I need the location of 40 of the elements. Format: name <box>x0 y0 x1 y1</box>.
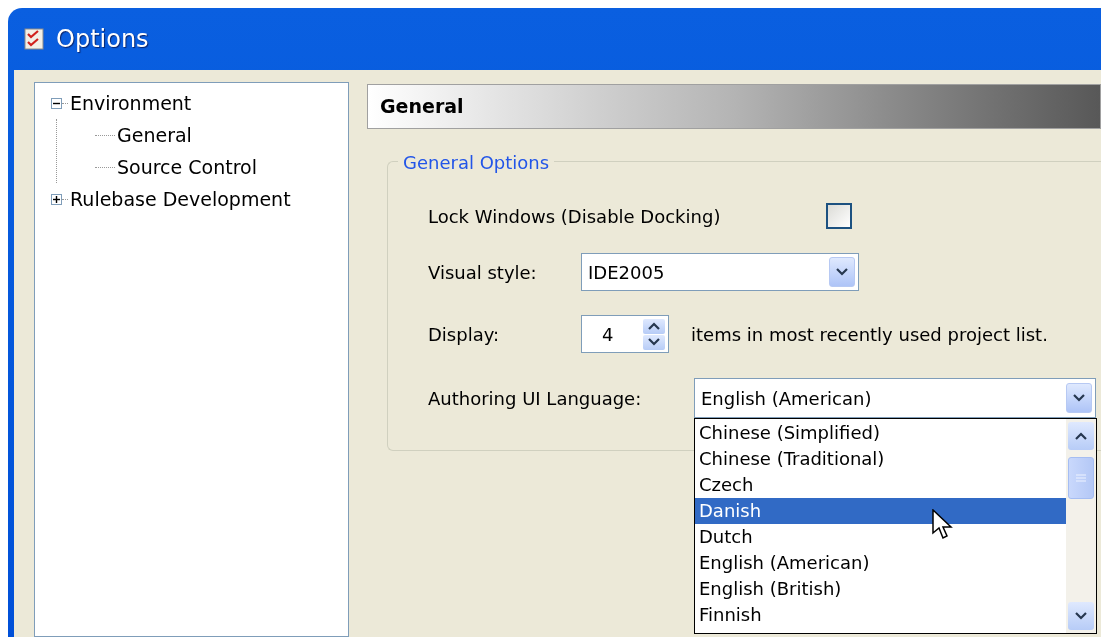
chevron-up-icon <box>648 322 660 330</box>
checklist-icon <box>24 28 44 50</box>
spin-down-button[interactable] <box>643 334 665 350</box>
dropdown-option[interactable]: English (American) <box>695 550 1066 576</box>
spin-up-button[interactable] <box>643 318 665 334</box>
tree-item[interactable]: General <box>115 120 194 150</box>
dropdown-option[interactable]: Finnish <box>695 602 1066 628</box>
dropdown-button[interactable] <box>829 257 855 287</box>
chevron-down-icon <box>836 268 848 276</box>
option-label: Display: <box>428 322 501 347</box>
tree-item[interactable]: Environment <box>68 88 194 118</box>
dropdown-option[interactable]: English (British) <box>695 576 1066 602</box>
window-title: Options <box>56 24 149 55</box>
dropdown-option[interactable]: Czech <box>695 472 1066 498</box>
chevron-down-icon <box>1075 612 1087 620</box>
option-label: Authoring UI Language: <box>428 386 643 411</box>
expand-icon[interactable] <box>51 193 62 205</box>
mouse-cursor-icon <box>932 509 954 541</box>
option-label: Lock Windows (Disable Docking) <box>428 204 722 229</box>
scrollbar[interactable] <box>1066 419 1096 633</box>
chevron-up-icon <box>1075 432 1087 440</box>
chevron-down-icon <box>1073 394 1085 402</box>
option-label: Visual style: <box>428 260 538 285</box>
collapse-icon[interactable] <box>51 97 62 109</box>
scroll-up-button[interactable] <box>1068 422 1094 450</box>
scroll-down-button[interactable] <box>1068 602 1094 630</box>
option-label: items in most recently used project list. <box>691 322 1048 347</box>
panel-title: General <box>380 94 464 120</box>
visual-style-dropdown[interactable]: IDE2005 <box>581 253 859 291</box>
dropdown-option[interactable]: Danish <box>695 498 1066 524</box>
dropdown-button[interactable] <box>1066 383 1092 413</box>
scroll-thumb[interactable] <box>1068 457 1094 499</box>
tree-item[interactable]: Source Control <box>115 152 259 182</box>
dropdown-option[interactable]: Chinese (Simplified) <box>695 420 1066 446</box>
dropdown-option[interactable]: Chinese (Traditional) <box>695 446 1066 472</box>
chevron-down-icon <box>648 338 660 346</box>
checkbox[interactable] <box>826 203 852 229</box>
display-spinner[interactable]: 4 <box>581 315 669 353</box>
tree-item[interactable]: Rulebase Development <box>68 184 293 214</box>
dropdown-option[interactable]: Dutch <box>695 524 1066 550</box>
